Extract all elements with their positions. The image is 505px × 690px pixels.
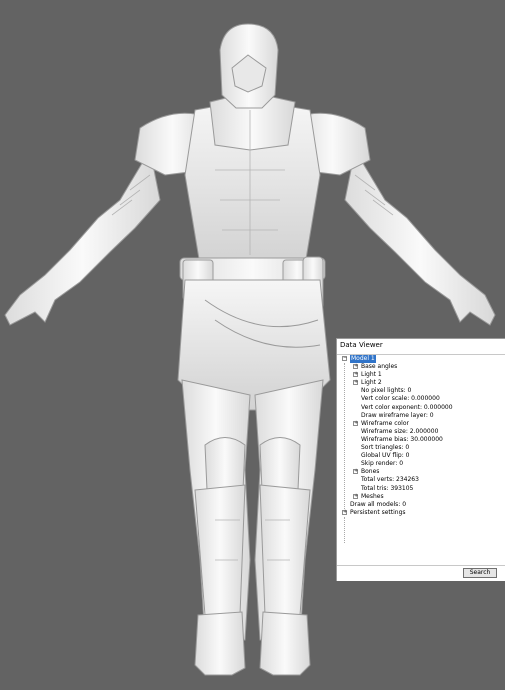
tree-item-label: Draw all models: 0	[350, 500, 407, 508]
tree-item-label: Global UV flip: 0	[361, 452, 410, 460]
tree-item[interactable]: Vert color scale: 0.000000	[337, 395, 505, 403]
tree-item-label: Draw wireframe layer: 0	[361, 411, 434, 419]
left-arm	[344, 148, 496, 326]
tree-item[interactable]: Total tris: 393105	[337, 485, 505, 493]
expand-icon[interactable]: +	[353, 493, 358, 499]
tree-item-label: Bones	[361, 468, 380, 476]
tree-item[interactable]: + Base angles	[337, 363, 505, 371]
tree-item-label: Vert color scale: 0.000000	[361, 395, 440, 403]
tree-item[interactable]: Skip render: 0	[337, 460, 505, 468]
tree-item-label: Model 1	[350, 355, 376, 364]
tree-item[interactable]: + Wireframe color	[337, 420, 505, 428]
tree-item-label: No pixel lights: 0	[361, 387, 412, 395]
tree-item-label: Light 1	[361, 371, 382, 379]
tree-item[interactable]: + Light 1	[337, 371, 505, 379]
search-button[interactable]: Search	[463, 568, 497, 578]
right-boot	[194, 611, 246, 676]
data-viewer-panel: Data Viewer − Model 1 + Base angles + Light 1…	[336, 338, 505, 581]
tree-item[interactable]: + Meshes	[337, 493, 505, 501]
expand-icon[interactable]: +	[353, 372, 358, 378]
tree-item[interactable]: Draw wireframe layer: 0	[337, 412, 505, 420]
tree-item-label: Sort triangles: 0	[361, 444, 410, 452]
right-arm	[4, 148, 161, 326]
left-boot	[259, 611, 311, 676]
collapse-icon[interactable]: −	[342, 356, 347, 361]
data-tree[interactable]: − Model 1 + Base angles + Light 1 + Light 2 No p…	[337, 354, 505, 566]
tree-item[interactable]: + Bones	[337, 468, 505, 476]
tree-item-label: Light 2	[361, 379, 382, 387]
panel-title: Data Viewer	[337, 339, 505, 353]
tree-item-label: Total verts: 234263	[361, 476, 419, 484]
expand-icon[interactable]: +	[353, 364, 358, 370]
tree-item[interactable]: Vert color exponent: 0.000000	[337, 404, 505, 412]
tree-item-label: Total tris: 393105	[361, 484, 414, 492]
tree-item-label: Vert color exponent: 0.000000	[361, 403, 453, 411]
tree-item-label: Persistent settings	[350, 508, 406, 516]
tree-item[interactable]: Total verts: 234263	[337, 476, 505, 484]
tree-item-label: Wireframe size: 2.000000	[361, 427, 439, 435]
tree-item-label: Wireframe color	[361, 419, 409, 427]
tree-item-label: Base angles	[361, 363, 398, 371]
tree-item[interactable]: Wireframe bias: 30.000000	[337, 436, 505, 444]
expand-icon[interactable]: +	[342, 509, 347, 515]
tree-item[interactable]: + Persistent settings	[337, 509, 505, 517]
tree-item-label: Skip render: 0	[361, 460, 404, 468]
tree-item[interactable]: Wireframe size: 2.000000	[337, 428, 505, 436]
expand-icon[interactable]: +	[353, 380, 358, 386]
tree-item[interactable]: No pixel lights: 0	[337, 387, 505, 395]
tree-item[interactable]: − Model 1	[337, 355, 505, 364]
expand-icon[interactable]: +	[353, 469, 358, 475]
tree-item-label: Meshes	[361, 492, 384, 500]
tree-item[interactable]: + Light 2	[337, 379, 505, 387]
tree-item[interactable]: Global UV flip: 0	[337, 452, 505, 460]
expand-icon[interactable]: +	[353, 420, 358, 426]
tree-item-label: Wireframe bias: 30.000000	[361, 435, 443, 443]
tree-item[interactable]: Draw all models: 0	[337, 501, 505, 509]
tree-item[interactable]: Sort triangles: 0	[337, 444, 505, 452]
